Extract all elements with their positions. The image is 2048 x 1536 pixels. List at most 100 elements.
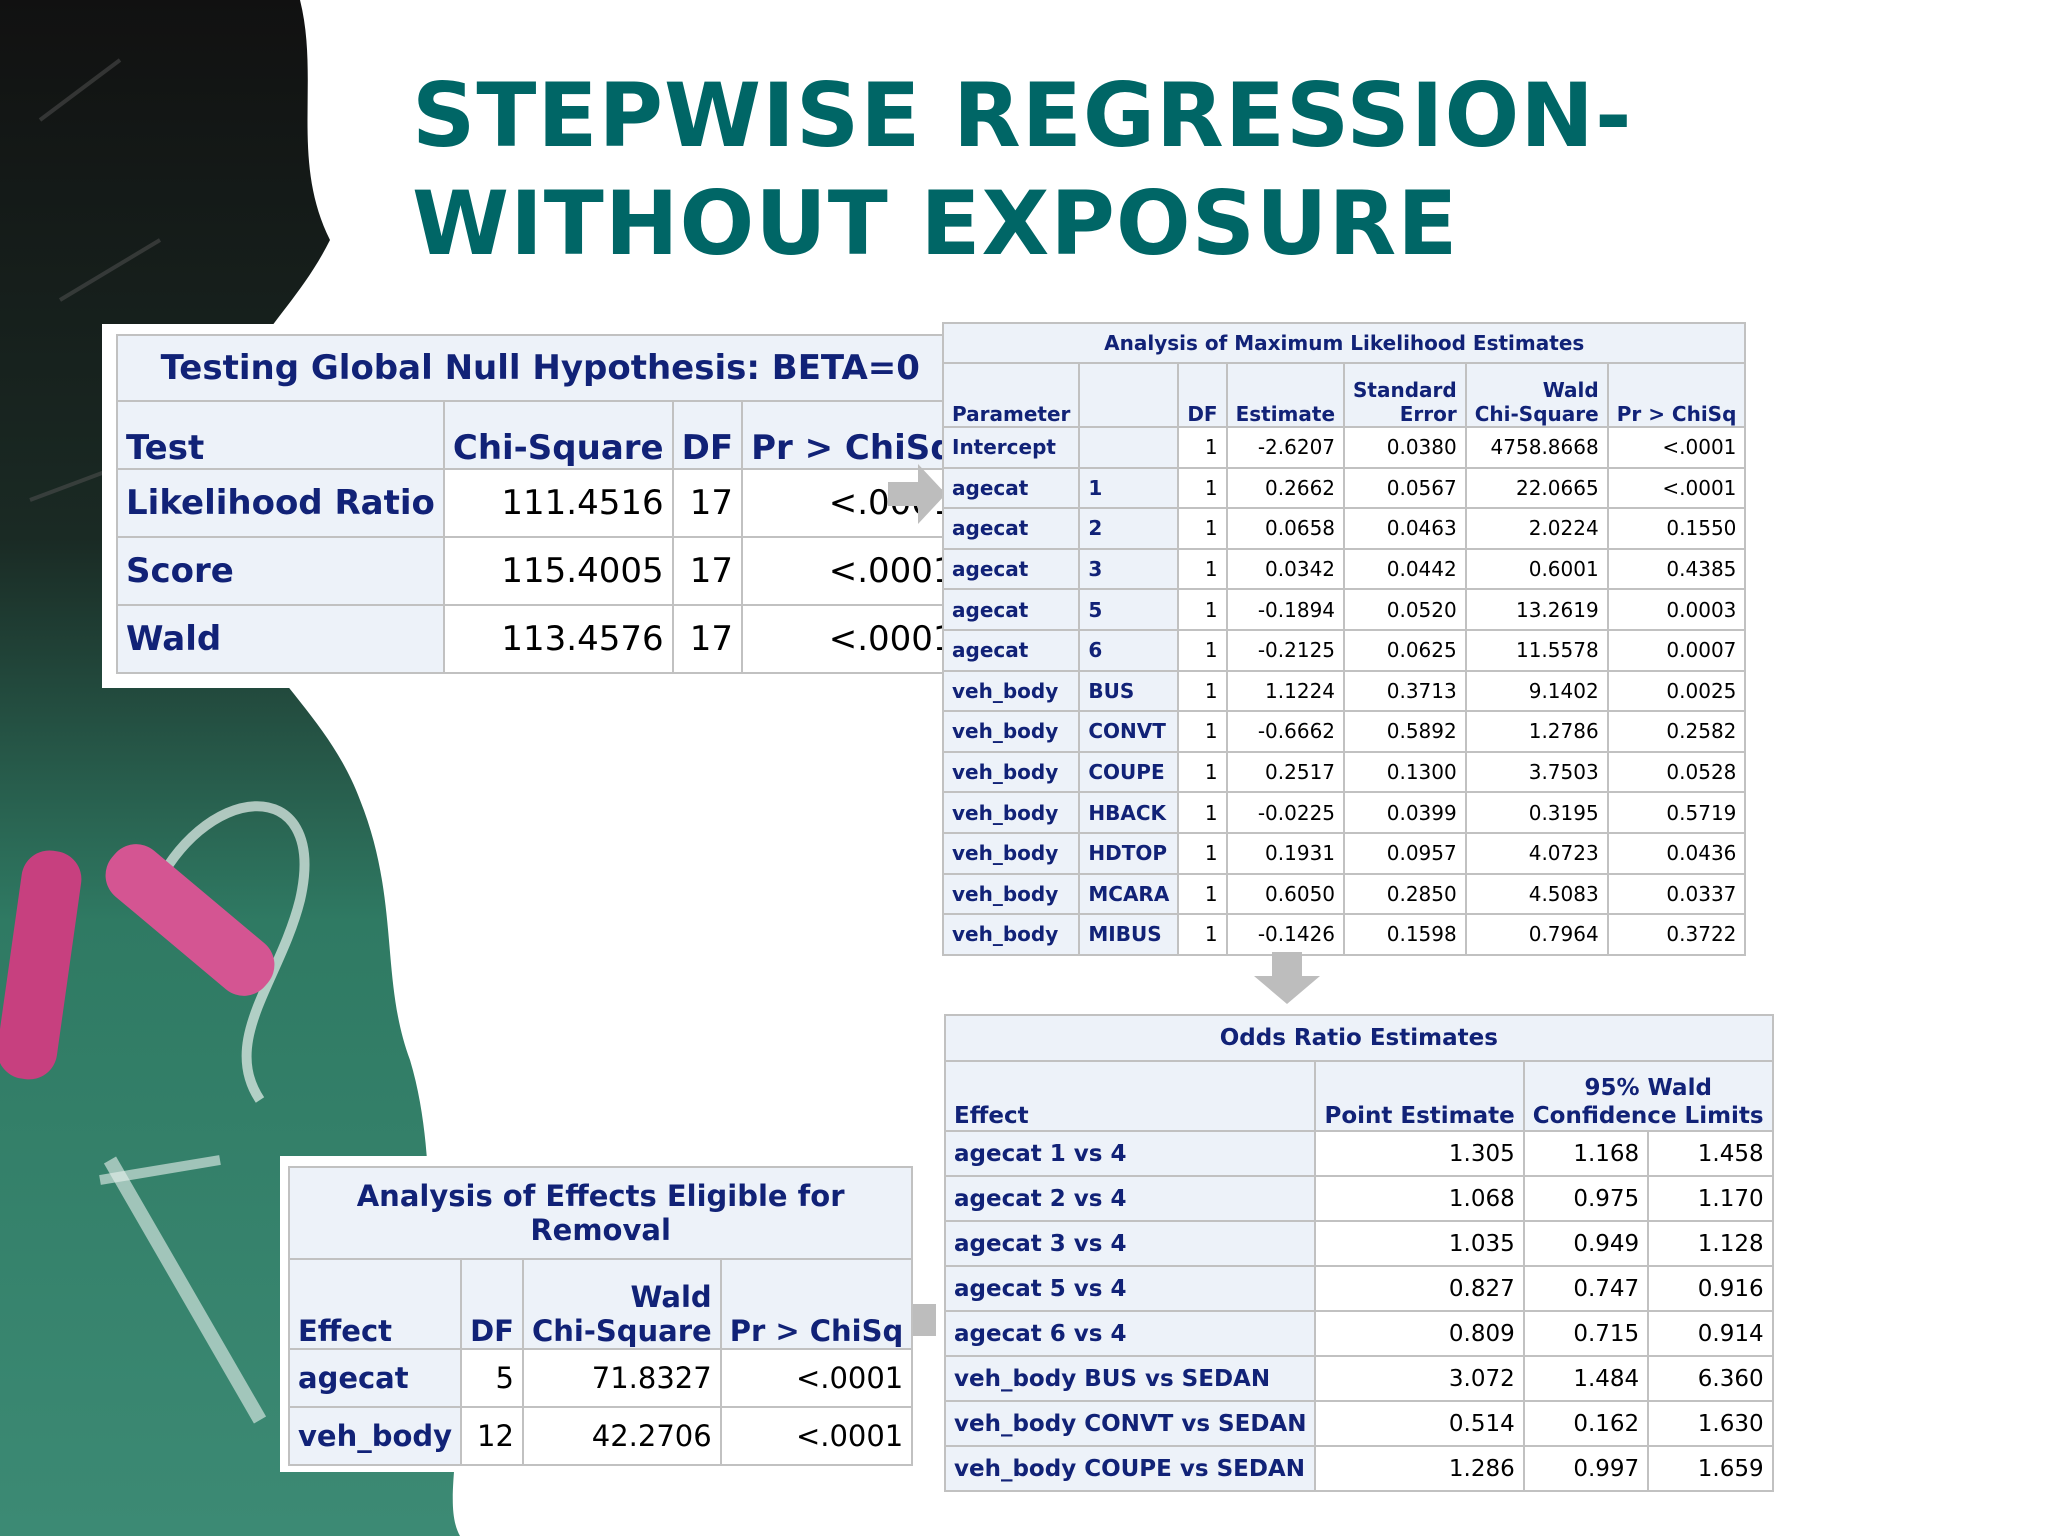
- row-header: BUS: [1078, 669, 1180, 713]
- cell: 1: [1177, 791, 1228, 834]
- column-header: Pr > ChiSq: [741, 400, 965, 470]
- row-header: 1: [1078, 466, 1180, 510]
- cell: 1.168: [1522, 1130, 1650, 1177]
- cell: 0.1550: [1606, 507, 1747, 550]
- cell: 0.2662: [1225, 466, 1346, 510]
- table-row: veh_body HDTOP 1 0.1931 0.0957 4.0723 0.0436: [941, 831, 1747, 875]
- cell: 0.0436: [1606, 831, 1747, 875]
- cell: 0.827: [1314, 1265, 1525, 1312]
- cell: 4.0723: [1464, 831, 1609, 875]
- cell: 0.2582: [1606, 710, 1747, 753]
- cell: 0.0520: [1343, 588, 1467, 631]
- cell: 1: [1177, 628, 1228, 672]
- table-row: agecat 6 1 -0.2125 0.0625 11.5578 0.0007: [941, 628, 1747, 672]
- column-header: DF: [460, 1258, 524, 1350]
- column-header: [1078, 362, 1180, 428]
- cell: 0.715: [1522, 1310, 1650, 1357]
- row-header: HDTOP: [1078, 831, 1180, 875]
- removal-table: Analysis of Effects Eligible for Removal…: [287, 1166, 914, 1466]
- table-caption: Analysis of Effects Eligible for Removal: [287, 1166, 914, 1260]
- cell: 0.3713: [1343, 669, 1467, 713]
- cell: 1.170: [1647, 1175, 1774, 1222]
- cell: -0.6662: [1225, 710, 1346, 753]
- cell: 0.5892: [1343, 710, 1467, 753]
- cell: 42.2706: [521, 1406, 722, 1466]
- cell: 13.2619: [1464, 588, 1609, 631]
- cell: <.0001: [741, 604, 965, 674]
- header-line: Standard: [1353, 378, 1457, 402]
- mle-table: Analysis of Maximum Likelihood Estimates…: [941, 322, 1747, 956]
- table-row: veh_body COUPE vs SEDAN 1.286 0.997 1.659: [943, 1445, 1774, 1492]
- row-header: 5: [1078, 588, 1180, 631]
- cell: 0.1931: [1225, 831, 1346, 875]
- header-line: Chi-Square: [1474, 402, 1599, 426]
- cell: 1.458: [1647, 1130, 1774, 1177]
- row-header: agecat 6 vs 4: [943, 1310, 1317, 1357]
- global-null-table: Testing Global Null Hypothesis: BETA=0 T…: [116, 334, 965, 674]
- cell: -0.2125: [1225, 628, 1346, 672]
- table-row: Intercept 1 -2.6207 0.0380 4758.8668 <.0001: [941, 426, 1747, 469]
- cell: 0.3722: [1606, 913, 1747, 956]
- cell: -0.1426: [1225, 913, 1346, 956]
- cell: 0.6001: [1464, 547, 1609, 591]
- column-header: Chi-Square: [442, 400, 674, 470]
- table-row: veh_body HBACK 1 -0.0225 0.0399 0.3195 0.5719: [941, 791, 1747, 834]
- cell: 9.1402: [1464, 669, 1609, 713]
- table-row: veh_body COUPE 1 0.2517 0.1300 3.7503 0.0528: [941, 750, 1747, 794]
- cell: 1: [1177, 872, 1228, 916]
- header-line: Wald: [630, 1280, 712, 1314]
- cell: 0.975: [1522, 1175, 1650, 1222]
- row-header: agecat: [941, 628, 1081, 672]
- cell: 4758.8668: [1464, 426, 1609, 469]
- cell: 0.997: [1522, 1445, 1650, 1492]
- cell: 5: [460, 1348, 524, 1408]
- cell: <.0001: [1606, 466, 1747, 510]
- row-header: agecat: [941, 466, 1081, 510]
- cell: 0.809: [1314, 1310, 1525, 1357]
- cell: 1.035: [1314, 1220, 1525, 1267]
- cell: 2.0224: [1464, 507, 1609, 550]
- cell: 1: [1177, 547, 1228, 591]
- cell: 0.7964: [1464, 913, 1609, 956]
- cell: 0.0380: [1343, 426, 1467, 469]
- column-header: Standard Error: [1343, 362, 1467, 428]
- row-header: [1078, 426, 1180, 469]
- header-line: Wald: [1542, 378, 1599, 402]
- row-header: agecat: [941, 588, 1081, 631]
- cell: 12: [460, 1406, 524, 1466]
- cell: 113.4576: [442, 604, 674, 674]
- cell: 0.0337: [1606, 872, 1747, 916]
- cell: 1.484: [1522, 1355, 1650, 1402]
- row-header: veh_body: [941, 831, 1081, 875]
- row-header: veh_body: [941, 913, 1081, 956]
- cell: <.0001: [719, 1348, 914, 1408]
- row-header: agecat: [941, 507, 1081, 550]
- cell: -0.0225: [1225, 791, 1346, 834]
- table-row: veh_body BUS vs SEDAN 3.072 1.484 6.360: [943, 1355, 1774, 1402]
- cell: 17: [671, 468, 744, 538]
- cell: 3.072: [1314, 1355, 1525, 1402]
- cell: 1: [1177, 466, 1228, 510]
- cell: 0.0007: [1606, 628, 1747, 672]
- row-header: agecat 3 vs 4: [943, 1220, 1317, 1267]
- cell: 0.4385: [1606, 547, 1747, 591]
- header-line: 95% Wald: [1584, 1075, 1712, 1101]
- cell: 6.360: [1647, 1355, 1774, 1402]
- cell: 1.286: [1314, 1445, 1525, 1492]
- cell: 0.0957: [1343, 831, 1467, 875]
- cell: <.0001: [1606, 426, 1747, 469]
- table-caption: Odds Ratio Estimates: [944, 1014, 1774, 1062]
- cell: -2.6207: [1225, 426, 1346, 469]
- table-row: agecat 5 71.8327 <.0001: [287, 1348, 914, 1408]
- cell: 0.162: [1522, 1400, 1650, 1447]
- cell: 4.5083: [1464, 872, 1609, 916]
- row-header: veh_body: [287, 1406, 463, 1466]
- cell: 111.4516: [442, 468, 674, 538]
- cell: 0.949: [1522, 1220, 1650, 1267]
- cell: 0.0463: [1343, 507, 1467, 550]
- row-header: veh_body: [941, 669, 1081, 713]
- row-header: 3: [1078, 547, 1180, 591]
- cell: 1: [1177, 588, 1228, 631]
- column-header: Wald Chi-Square: [1464, 362, 1609, 428]
- cell: 0.0342: [1225, 547, 1346, 591]
